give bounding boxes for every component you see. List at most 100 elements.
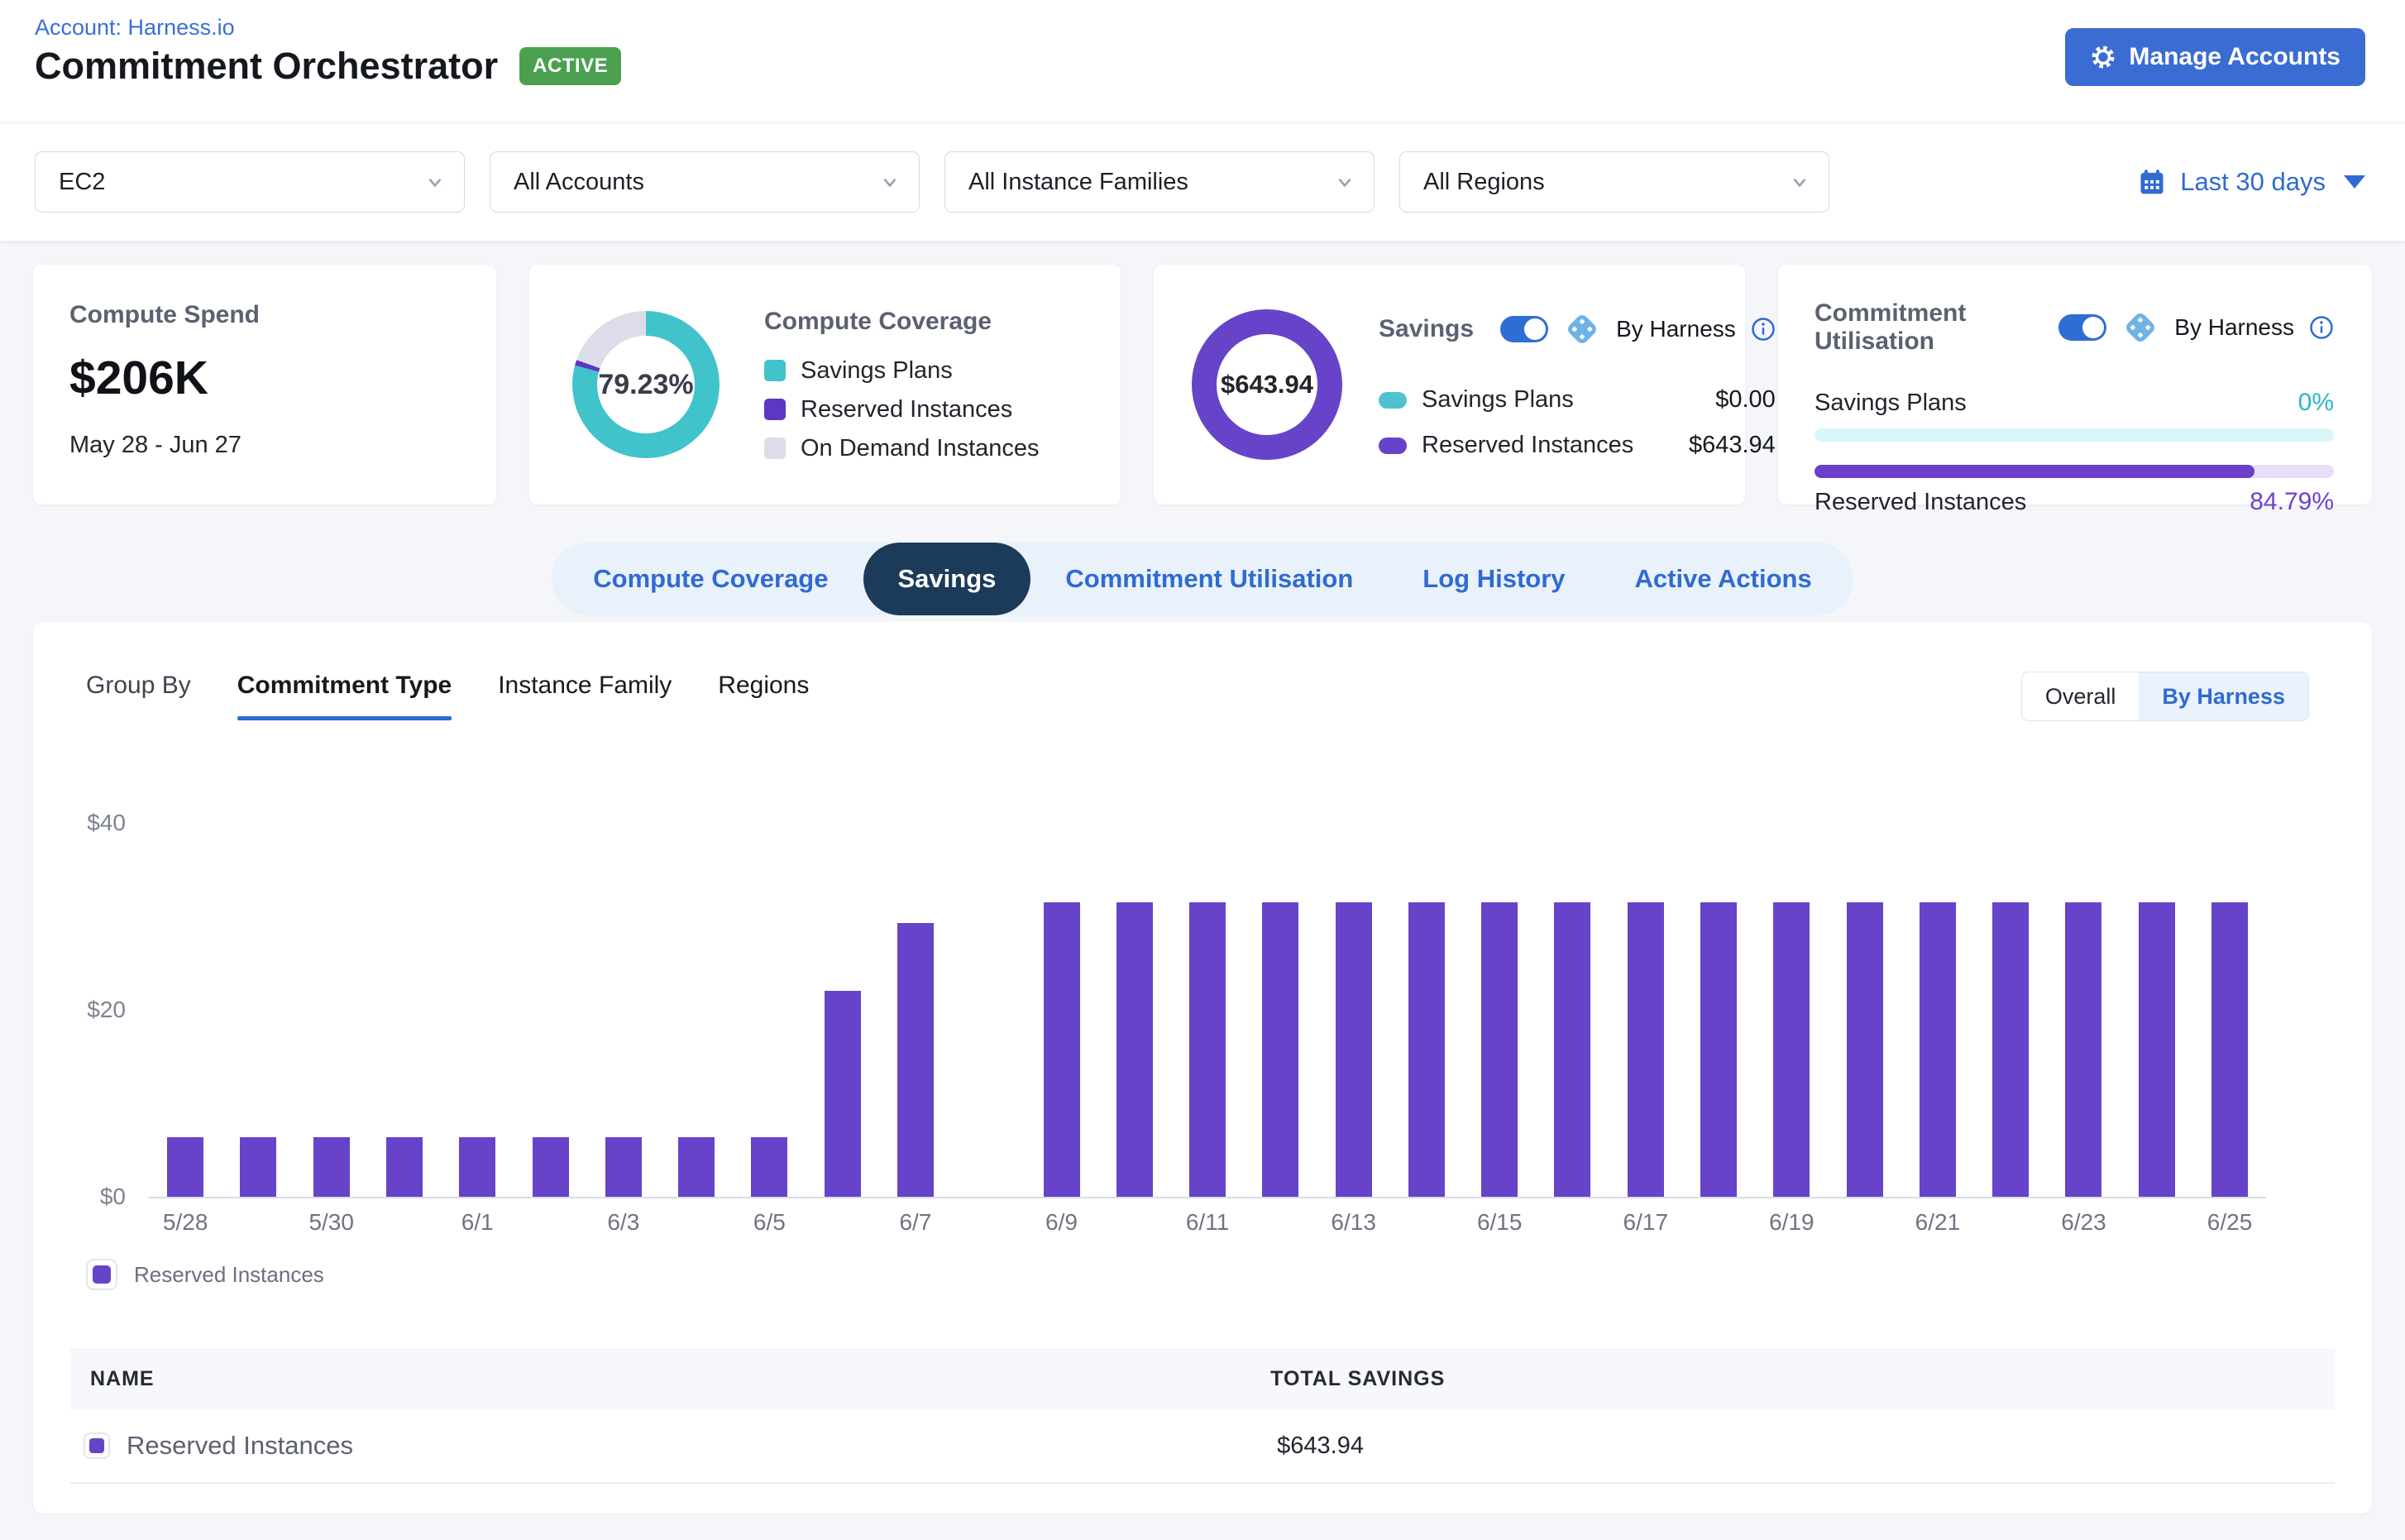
row-swatch-fill <box>89 1438 104 1453</box>
legend-label: Savings Plans <box>801 357 953 385</box>
calendar-icon <box>2137 167 2167 197</box>
regions-select[interactable]: All Regions <box>1399 151 1829 213</box>
x-axis-label <box>1536 1209 1609 1236</box>
manage-accounts-button[interactable]: Manage Accounts <box>2065 28 2365 86</box>
chart-bar-6-25[interactable] <box>2211 902 2248 1197</box>
chart-bar-6-16[interactable] <box>1554 902 1590 1197</box>
group-by-option-instance-family[interactable]: Instance Family <box>498 672 672 720</box>
accounts-select-value: All Accounts <box>514 169 644 196</box>
x-axis: 5/285/306/16/36/56/76/96/116/136/156/176… <box>149 1209 2266 1236</box>
chart-bar-6-20[interactable] <box>1847 902 1883 1197</box>
chart-bar-slot <box>660 823 733 1197</box>
view-option-overall[interactable]: Overall <box>2022 672 2140 720</box>
accounts-select[interactable]: All Accounts <box>490 151 920 213</box>
savings-title: Savings <box>1379 315 1474 343</box>
compute-coverage-title: Compute Coverage <box>764 308 1040 336</box>
chart-bar-6-7[interactable] <box>897 923 934 1197</box>
chart-bar-6-21[interactable] <box>1920 902 1956 1197</box>
chart-bar-slot <box>295 823 368 1197</box>
x-axis-label: 6/7 <box>879 1209 952 1236</box>
account-breadcrumb-link[interactable]: Account: Harness.io <box>35 15 235 41</box>
info-icon[interactable] <box>1751 317 1776 342</box>
service-select-value: EC2 <box>59 169 105 196</box>
y-axis-label: $0 <box>100 1184 126 1210</box>
chart-bar-5-29[interactable] <box>240 1137 276 1197</box>
chart-bar-6-5[interactable] <box>751 1137 787 1197</box>
chart-bar-5-30[interactable] <box>313 1137 350 1197</box>
tab-savings[interactable]: Savings <box>863 543 1031 615</box>
active-underline <box>237 716 452 720</box>
utilisation-row: Reserved Instances84.79% <box>1815 488 2334 516</box>
instance-families-select[interactable]: All Instance Families <box>944 151 1375 213</box>
chart-bar-6-9[interactable] <box>1044 902 1080 1197</box>
chart-bar-6-13[interactable] <box>1336 902 1372 1197</box>
group-by-label: Group By <box>86 672 191 700</box>
gear-icon <box>2090 44 2116 70</box>
group-by-option-commitment-type[interactable]: Commitment Type <box>237 672 452 720</box>
chart-bar-6-18[interactable] <box>1700 902 1737 1197</box>
legend-item: Reserved Instances <box>764 396 1040 423</box>
column-header-name: NAME <box>70 1367 155 1391</box>
chart-bar-6-3[interactable] <box>605 1137 642 1197</box>
chart-bar-slot <box>1536 823 1609 1197</box>
table-row[interactable]: Reserved Instances$643.94 <box>70 1409 2335 1484</box>
tab-compute-coverage[interactable]: Compute Coverage <box>558 543 863 615</box>
chart-bar-6-2[interactable] <box>533 1137 569 1197</box>
tab-log-history[interactable]: Log History <box>1388 543 1599 615</box>
legend-swatch <box>764 438 786 459</box>
tab-active-actions[interactable]: Active Actions <box>1600 543 1847 615</box>
view-option-by-harness[interactable]: By Harness <box>2139 672 2308 720</box>
tab-commitment-utilisation[interactable]: Commitment Utilisation <box>1030 543 1388 615</box>
group-by-option-label: Instance Family <box>498 672 672 700</box>
x-axis-label <box>2121 1209 2193 1236</box>
chart-plot <box>149 823 2266 1198</box>
utilisation-row: Savings Plans0% <box>1815 389 2334 417</box>
chart-bar-6-22[interactable] <box>1992 902 2029 1197</box>
chart-bar-6-24[interactable] <box>2139 902 2175 1197</box>
x-axis-label <box>368 1209 441 1236</box>
x-axis-label <box>1390 1209 1463 1236</box>
utilisation-progress-bar <box>1815 428 2334 442</box>
info-icon[interactable] <box>2309 315 2334 340</box>
savings-by-harness-toggle[interactable] <box>1500 316 1548 342</box>
chevron-down-icon <box>1334 171 1356 193</box>
compute-coverage-legend: Savings Plans Reserved Instances On Demand… <box>764 357 1040 462</box>
x-axis-label: 6/1 <box>441 1209 514 1236</box>
harness-logo-icon <box>2121 308 2159 347</box>
chart-bar-slot <box>1098 823 1171 1197</box>
summary-cards-row: Compute Spend $206K May 28 - Jun 27 79.2… <box>0 242 2405 505</box>
savings-donut-label: $643.94 <box>1221 370 1313 399</box>
chevron-down-icon <box>424 171 446 193</box>
date-range-picker[interactable]: Last 30 days <box>2137 167 2365 197</box>
chart-bar-5-28[interactable] <box>167 1137 203 1197</box>
chart-bar-6-11[interactable] <box>1189 902 1226 1197</box>
chart-bar-6-12[interactable] <box>1262 902 1298 1197</box>
chart-bar-6-19[interactable] <box>1773 902 1810 1197</box>
chart-bar-6-17[interactable] <box>1628 902 1664 1197</box>
savings-row-value: $643.94 <box>1689 432 1776 459</box>
x-axis-label: 6/13 <box>1317 1209 1390 1236</box>
compute-spend-period: May 28 - Jun 27 <box>69 432 496 459</box>
utilisation-by-harness-toggle[interactable] <box>2058 314 2106 341</box>
utilisation-row-label: Savings Plans <box>1815 390 1967 417</box>
chart-bar-slot <box>1463 823 1536 1197</box>
legend-label: On Demand Instances <box>801 435 1040 462</box>
chart-bar-6-10[interactable] <box>1116 902 1153 1197</box>
chart-bar-slot <box>587 823 660 1197</box>
chart-bar-slot <box>1828 823 1901 1197</box>
chart-bar-6-6[interactable] <box>825 991 861 1197</box>
chart-bar-6-15[interactable] <box>1481 902 1518 1197</box>
savings-donut: $643.94 <box>1192 309 1342 460</box>
service-select[interactable]: EC2 <box>35 151 465 213</box>
x-axis-label: 6/9 <box>1025 1209 1097 1236</box>
compute-spend-card: Compute Spend $206K May 28 - Jun 27 <box>33 265 496 505</box>
chart-bar-6-14[interactable] <box>1408 902 1445 1197</box>
chart-bar-6-1[interactable] <box>459 1137 495 1197</box>
legend-label: Reserved Instances <box>801 396 1012 423</box>
chevron-down-icon <box>1789 171 1810 193</box>
group-by-option-regions[interactable]: Regions <box>718 672 809 720</box>
chart-bar-6-23[interactable] <box>2065 902 2101 1197</box>
legend-checkbox[interactable] <box>86 1259 117 1290</box>
chart-bar-6-4[interactable] <box>678 1137 715 1197</box>
chart-bar-5-31[interactable] <box>386 1137 423 1197</box>
